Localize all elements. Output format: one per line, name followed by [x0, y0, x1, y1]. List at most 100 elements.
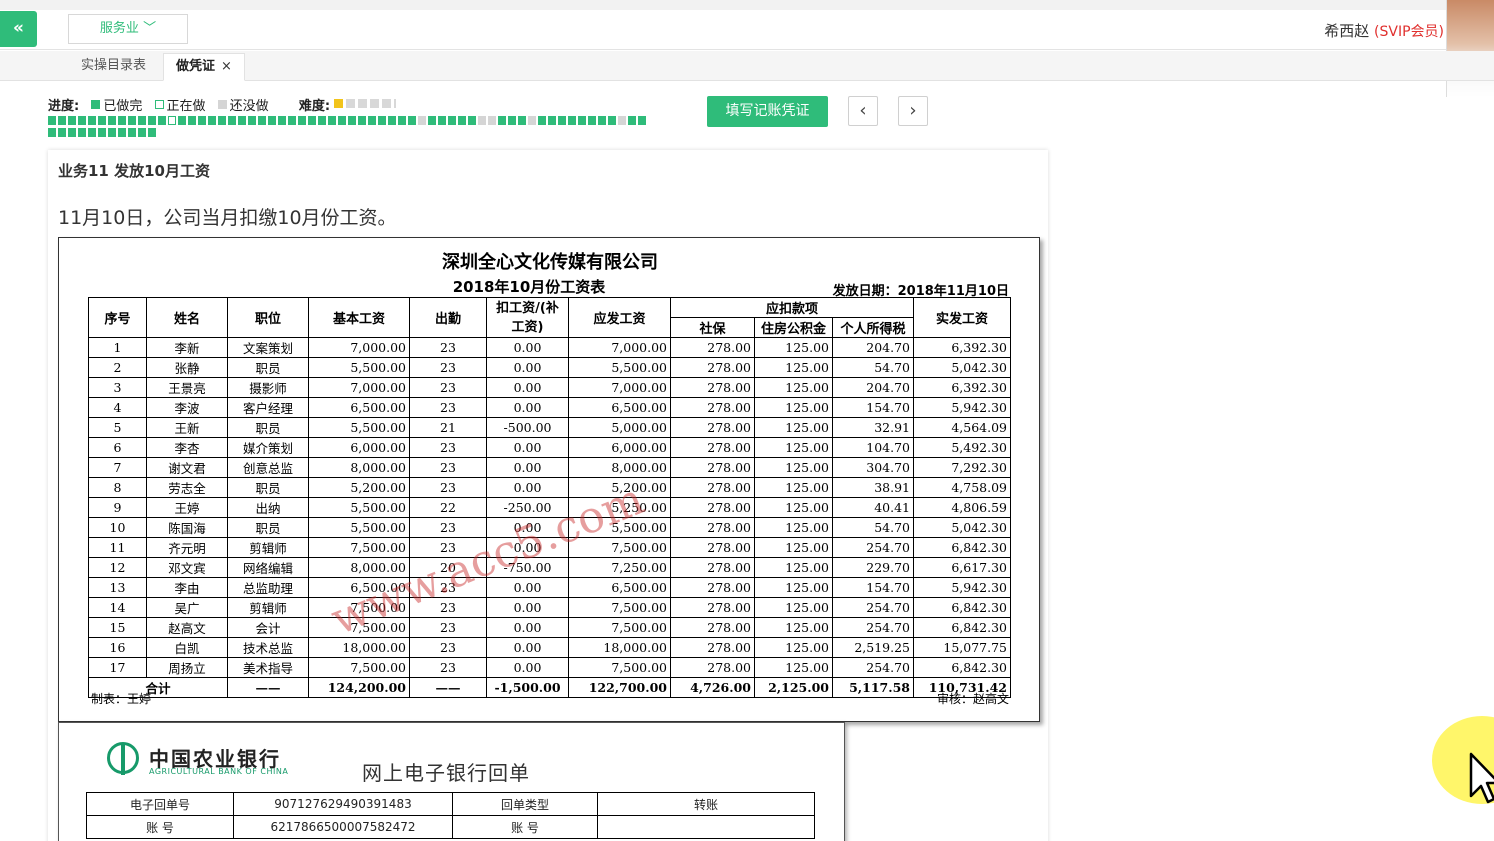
table-cell: 7,000.00 [568, 377, 671, 398]
progress-square[interactable] [398, 116, 406, 125]
progress-square[interactable] [298, 116, 306, 125]
table-cell: 陈国海 [146, 517, 228, 538]
progress-square[interactable] [418, 116, 426, 125]
progress-square[interactable] [138, 116, 146, 125]
progress-square[interactable] [68, 128, 76, 137]
progress-square[interactable] [68, 116, 76, 125]
table-cell: 职员 [227, 357, 309, 378]
progress-square[interactable] [98, 128, 106, 137]
progress-square[interactable] [248, 116, 256, 125]
progress-square[interactable] [48, 116, 56, 125]
progress-square[interactable] [358, 116, 366, 125]
tab-label: 做凭证 [176, 59, 216, 74]
progress-square[interactable] [138, 128, 146, 137]
difficulty-stars [334, 99, 397, 108]
user-info[interactable]: 希西赵 (SVIP会员) [1324, 20, 1444, 41]
progress-square[interactable] [338, 116, 346, 125]
progress-square[interactable] [558, 116, 566, 125]
progress-square[interactable] [378, 116, 386, 125]
table-cell: 125.00 [754, 357, 833, 378]
progress-square[interactable] [488, 116, 496, 125]
header-attendance: 出勤 [409, 297, 487, 338]
progress-square[interactable] [428, 116, 436, 125]
table-cell: -750.00 [486, 557, 569, 578]
progress-square[interactable] [368, 116, 376, 125]
progress-legend: 进度: 已做完 正在做 还没做 难度: [48, 95, 397, 114]
progress-square[interactable] [118, 128, 126, 137]
user-name: 希西赵 [1324, 22, 1370, 40]
progress-square[interactable] [598, 116, 606, 125]
progress-square[interactable] [128, 116, 136, 125]
progress-square[interactable] [388, 116, 396, 125]
tab-catalog[interactable]: 实操目录表 [69, 53, 158, 81]
progress-square[interactable] [498, 116, 506, 125]
progress-square[interactable] [88, 128, 96, 137]
progress-square[interactable] [48, 128, 56, 137]
progress-square[interactable] [238, 116, 246, 125]
table-cell: 7,500.00 [568, 617, 671, 638]
progress-square[interactable] [58, 116, 66, 125]
table-cell: 赵高文 [146, 617, 228, 638]
progress-square[interactable] [548, 116, 556, 125]
tab-make-voucher[interactable]: 做凭证 × [163, 53, 245, 81]
progress-square[interactable] [198, 116, 206, 125]
progress-square[interactable] [78, 128, 86, 137]
progress-square[interactable] [528, 116, 536, 125]
fill-voucher-button[interactable]: 填写记账凭证 [707, 96, 828, 127]
progress-square[interactable] [538, 116, 546, 125]
industry-select[interactable]: 服务业 ﹀ [68, 14, 188, 44]
progress-square[interactable] [468, 116, 476, 125]
table-cell: 278.00 [670, 437, 755, 458]
table-cell: 6,842.30 [913, 657, 1011, 678]
progress-square[interactable] [108, 116, 116, 125]
progress-square[interactable] [448, 116, 456, 125]
progress-square[interactable] [268, 116, 276, 125]
prev-button[interactable]: ‹ [848, 96, 878, 126]
progress-square[interactable] [218, 116, 226, 125]
progress-square[interactable] [258, 116, 266, 125]
collapse-sidebar-button[interactable]: « [0, 11, 37, 47]
progress-square[interactable] [328, 116, 336, 125]
progress-square[interactable] [88, 116, 96, 125]
progress-square[interactable] [318, 116, 326, 125]
progress-square[interactable] [158, 116, 166, 125]
progress-square[interactable] [108, 128, 116, 137]
progress-square[interactable] [278, 116, 286, 125]
progress-square[interactable] [408, 116, 416, 125]
progress-square[interactable] [578, 116, 586, 125]
progress-square[interactable] [638, 116, 646, 125]
close-icon[interactable]: × [221, 59, 232, 74]
progress-square[interactable] [228, 116, 236, 125]
progress-square[interactable] [98, 116, 106, 125]
progress-square[interactable] [168, 116, 176, 125]
progress-square[interactable] [588, 116, 596, 125]
table-cell: 23 [409, 517, 487, 538]
progress-square[interactable] [438, 116, 446, 125]
table-cell: 278.00 [670, 637, 755, 658]
progress-square[interactable] [628, 116, 636, 125]
table-cell: 278.00 [670, 517, 755, 538]
progress-square[interactable] [478, 116, 486, 125]
progress-square[interactable] [148, 116, 156, 125]
progress-square[interactable] [618, 116, 626, 125]
progress-square[interactable] [518, 116, 526, 125]
progress-square[interactable] [288, 116, 296, 125]
progress-square[interactable] [118, 116, 126, 125]
progress-square[interactable] [458, 116, 466, 125]
next-button[interactable]: › [898, 96, 928, 126]
table-cell: 5,042.30 [913, 517, 1011, 538]
progress-square[interactable] [58, 128, 66, 137]
salary-table: 序号 姓名 职位 基本工资 出勤 扣工资/(补工资) 应发工资 应扣款项 实发工… [88, 297, 1011, 698]
progress-square[interactable] [508, 116, 516, 125]
progress-square[interactable] [568, 116, 576, 125]
table-cell: 16 [88, 637, 147, 658]
progress-square[interactable] [128, 128, 136, 137]
progress-square[interactable] [148, 128, 156, 137]
progress-square[interactable] [178, 116, 186, 125]
progress-square[interactable] [348, 116, 356, 125]
progress-square[interactable] [188, 116, 196, 125]
progress-square[interactable] [78, 116, 86, 125]
progress-square[interactable] [208, 116, 216, 125]
progress-square[interactable] [308, 116, 316, 125]
progress-square[interactable] [608, 116, 616, 125]
